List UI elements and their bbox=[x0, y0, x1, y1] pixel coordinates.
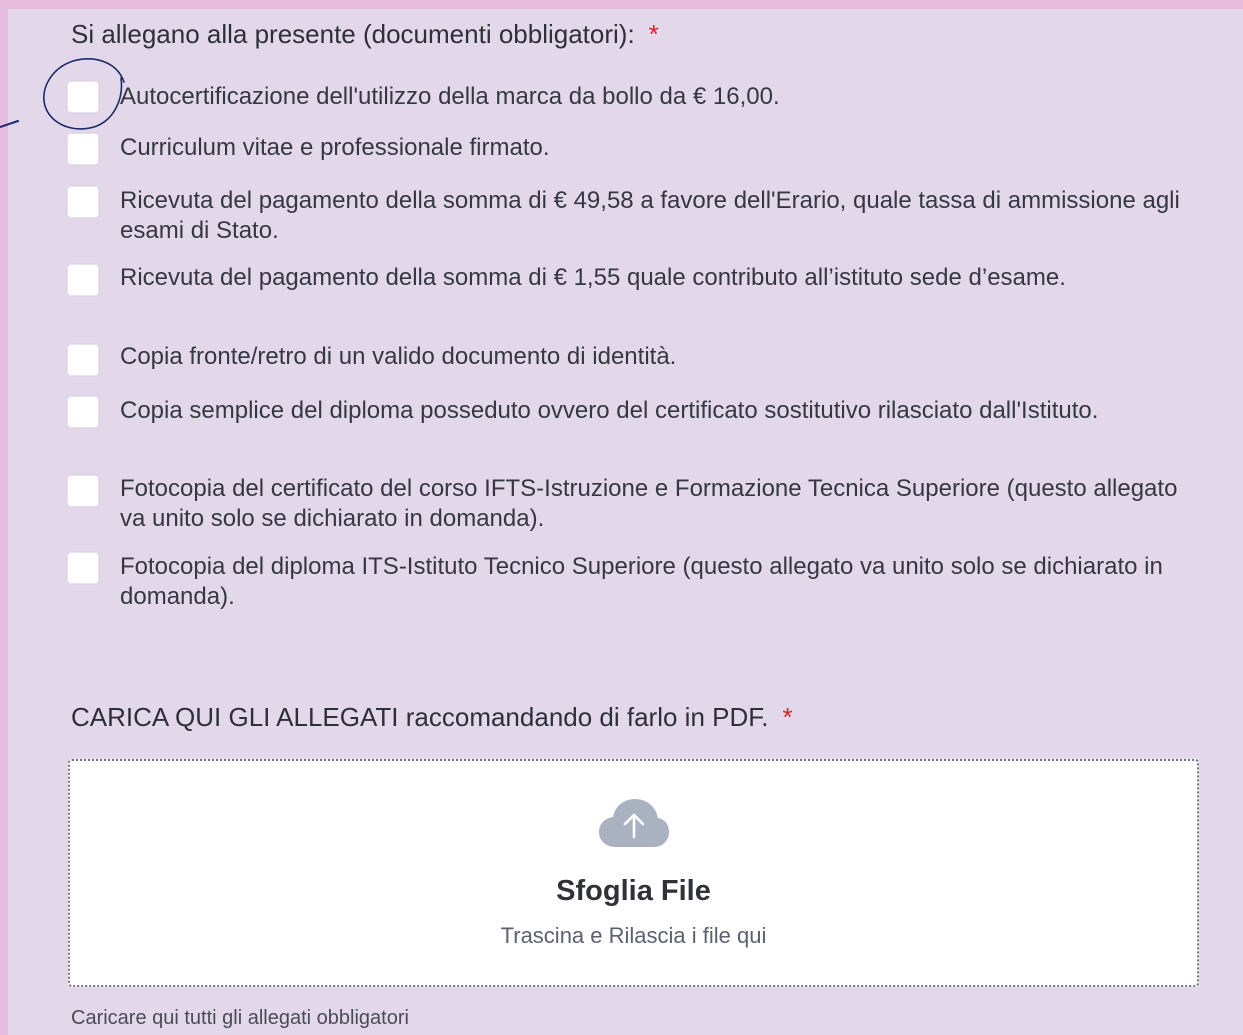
upload-question-label: CARICA QUI GLI ALLEGATI raccomandando di… bbox=[71, 702, 793, 733]
checkbox-diploma-its[interactable] bbox=[67, 552, 99, 584]
cloud-upload-icon bbox=[599, 799, 669, 847]
checkbox-curriculum[interactable] bbox=[67, 133, 99, 165]
attachments-question-label: Si allegano alla presente (documenti obb… bbox=[71, 19, 659, 50]
required-asterisk: * bbox=[782, 702, 793, 732]
option-label: Fotocopia del diploma ITS-Istituto Tecni… bbox=[120, 553, 1163, 610]
required-asterisk: * bbox=[648, 19, 659, 49]
option-label: Copia semplice del diploma posseduto ovv… bbox=[120, 397, 1099, 424]
form-panel: Si allegano alla presente (documenti obb… bbox=[8, 9, 1243, 1035]
attachments-question-text: Si allegano alla presente (documenti obb… bbox=[71, 19, 635, 49]
drop-hint-text: Trascina e Rilascia i file qui bbox=[500, 923, 767, 948]
checkbox-marca-da-bollo[interactable] bbox=[67, 81, 99, 113]
upload-question-text: CARICA QUI GLI ALLEGATI raccomandando di… bbox=[71, 702, 769, 732]
option-label: Ricevuta del pagamento della somma di € … bbox=[120, 187, 1180, 244]
option-label: Ricevuta del pagamento della somma di € … bbox=[120, 264, 1066, 291]
option-label: Curriculum vitae e professionale firmato… bbox=[120, 134, 550, 161]
option-label: Copia fronte/retro di un valido document… bbox=[120, 343, 677, 370]
checkbox-tassa-erario[interactable] bbox=[67, 186, 99, 218]
option-label: Fotocopia del certificato del corso IFTS… bbox=[120, 475, 1178, 532]
checkbox-documento-identita[interactable] bbox=[67, 344, 99, 376]
checkbox-contributo-istituto[interactable] bbox=[67, 264, 99, 296]
checkbox-certificato-ifts[interactable] bbox=[67, 475, 99, 507]
browse-files-button[interactable]: Sfoglia File bbox=[70, 875, 1197, 908]
upload-helper-text: Caricare qui tutti gli allegati obbligat… bbox=[71, 1007, 409, 1029]
file-dropzone[interactable]: Sfoglia File Trascina e Rilascia i file … bbox=[68, 759, 1199, 987]
option-label: Autocertificazione dell'utilizzo della m… bbox=[120, 83, 780, 110]
checkbox-diploma[interactable] bbox=[67, 396, 99, 428]
